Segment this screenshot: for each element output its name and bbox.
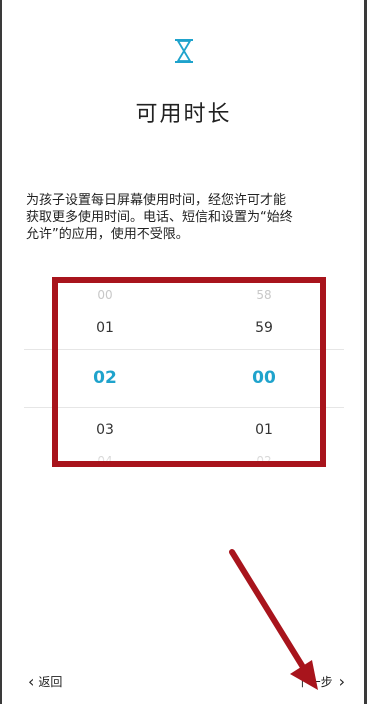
highlight-box <box>52 277 326 467</box>
hourglass-icon <box>175 39 193 63</box>
next-button[interactable]: 下一步 › <box>297 673 345 690</box>
page-title: 可用时长 <box>135 102 232 127</box>
back-button[interactable]: ‹ 返回 <box>28 673 62 690</box>
screen: 可用时长 为孩子设置每日屏幕使用时间，经您许可才能 获取更多使用时间。电话、短信… <box>0 0 367 704</box>
back-label: 返回 <box>38 675 63 689</box>
description-text: 为孩子设置每日屏幕使用时间，经您许可才能 获取更多使用时间。电话、短信和设置为“… <box>26 192 346 243</box>
chevron-left-icon: ‹ <box>28 671 35 691</box>
description-line: 获取更多使用时间。电话、短信和设置为“始终 <box>26 210 293 225</box>
description-line: 允许”的应用，使用不受限。 <box>26 227 189 242</box>
chevron-right-icon: › <box>338 671 345 691</box>
description-line: 为孩子设置每日屏幕使用时间，经您许可才能 <box>26 193 287 208</box>
next-label: 下一步 <box>296 675 333 689</box>
